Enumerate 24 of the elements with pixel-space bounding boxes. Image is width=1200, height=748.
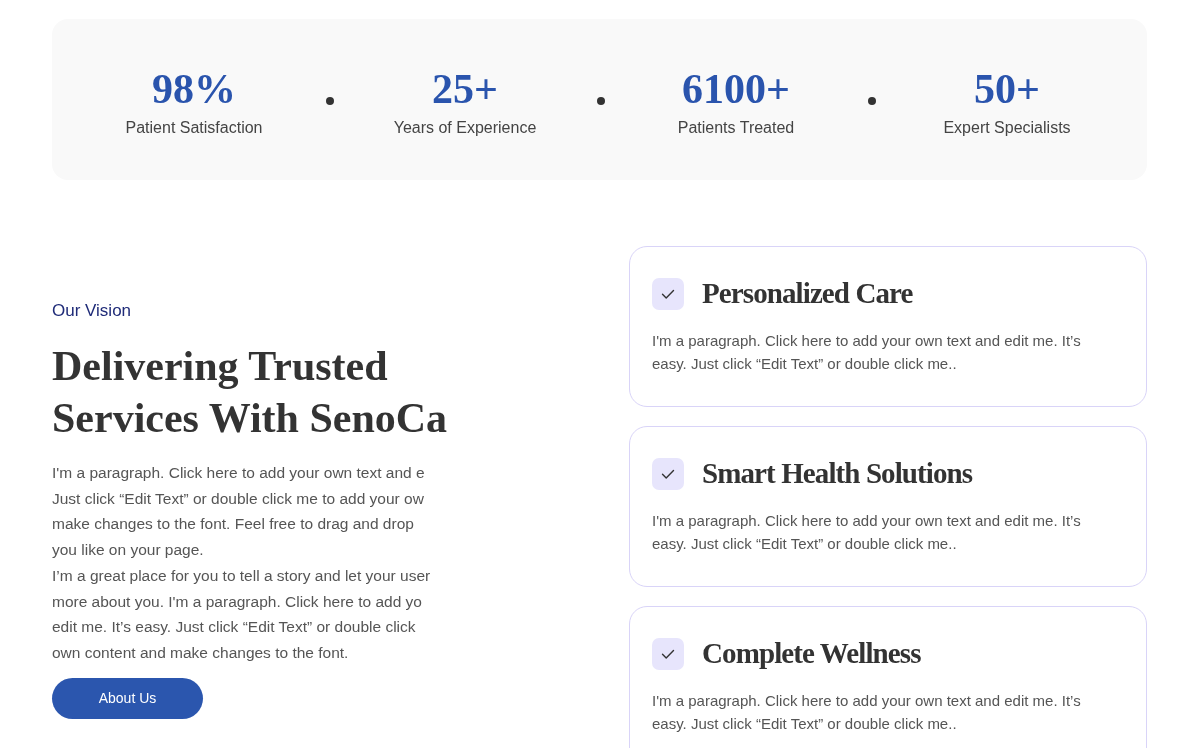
stat-label: Patient Satisfaction — [125, 117, 263, 138]
check-icon — [652, 457, 684, 490]
dot-icon — [867, 96, 876, 105]
check-icon — [652, 637, 684, 670]
stat-value: 25+ — [432, 65, 498, 112]
stat-label: Years of Experience — [393, 117, 537, 138]
dot-icon — [596, 96, 605, 105]
feature-title: Smart Health Solutions — [702, 457, 973, 490]
feature-description: I'm a paragraph. Click here to add your own text and edit me. It’s easy. Just click “Edit Text” or double click me.. — [652, 511, 1082, 554]
feature-title: Personalized Care — [702, 277, 913, 310]
section-heading: Delivering Trusted Services With SenoCa — [52, 342, 448, 443]
stat-value: 98% — [152, 65, 236, 112]
stat-value: 50+ — [974, 65, 1040, 112]
check-icon — [652, 277, 684, 310]
stat-label: Expert Specialists — [943, 117, 1071, 138]
dot-icon — [325, 96, 334, 105]
feature-description: I'm a paragraph. Click here to add your own text and edit me. It’s easy. Just click “Edit Text” or double click me.. — [652, 691, 1082, 734]
stat-value: 6100+ — [682, 65, 790, 112]
stat-label: Patients Treated — [677, 117, 795, 138]
section-eyebrow: Our Vision — [52, 300, 132, 322]
feature-title: Complete Wellness — [702, 637, 921, 670]
body-paragraph: I'm a paragraph. Click here to add your own text and e Just click “Edit Text” or double click me to add your ow make changes to the font. Feel free to drag and drop you like on your page. I’m a great place for you to tell a story and let your user more about you. I'm a paragraph. Click here to add yo edit me. It’s easy. Just click “Edit Text” or double click own content and make changes to the font. — [52, 463, 431, 663]
feature-description: I'm a paragraph. Click here to add your own text and edit me. It’s easy. Just click “Edit Text” or double click me.. — [652, 331, 1082, 374]
about-us-button[interactable]: About Us — [52, 677, 203, 719]
